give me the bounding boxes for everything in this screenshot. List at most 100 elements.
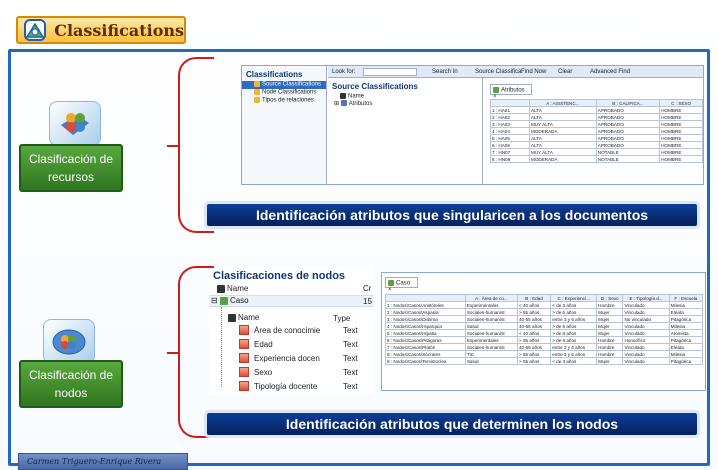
table-cell[interactable]: TIC [464, 350, 518, 358]
collapse-icon[interactable]: ⊟ [211, 296, 220, 305]
table-cell[interactable]: HOMBRE [659, 148, 703, 156]
table-cell[interactable]: Salud [464, 322, 518, 330]
table-cell[interactable]: Pitagórica [668, 336, 704, 344]
table-cell[interactable]: Vinculado [622, 301, 670, 309]
table-cell[interactable]: > de 6 años [550, 336, 598, 344]
table-cell[interactable]: 2 : HA02 [490, 113, 530, 121]
table-cell[interactable]: 40-55 años [516, 315, 552, 323]
table-cell[interactable]: entre 3 y 6 años [550, 315, 598, 323]
table-row[interactable]: 5 : Nodos\Casos\Hipatia Sociales-humaníst… [385, 329, 704, 337]
table-cell[interactable]: Sociales-humaníst [464, 315, 518, 323]
table-cell[interactable]: 2 : Nodos\Casos\Aspasia [385, 308, 466, 316]
table-cell[interactable]: ALTA [529, 134, 597, 142]
table-cell[interactable]: Atomista [668, 329, 704, 337]
table-cell[interactable]: MODERADA [529, 127, 597, 135]
attribute-row[interactable]: Edad Text [239, 337, 374, 351]
table-row[interactable]: 6 : Nodos\Casos\Pitágoras Experimentales >… [385, 336, 704, 344]
table-row[interactable]: 8 : HN08 MODERADA NOTABLE HOMBRE [490, 155, 703, 163]
table-cell[interactable]: 7 : Nodos\Casos\Platón [385, 343, 466, 351]
table-cell[interactable]: 8 : HN08 [490, 155, 530, 163]
attribute-row[interactable]: EscuelaText [239, 393, 374, 394]
source-tree-item-atributos[interactable]: ⊞ Atributos [328, 100, 482, 107]
table-cell[interactable]: > 55 años [516, 336, 552, 344]
table-cell[interactable]: Mujer [596, 308, 624, 316]
table-cell[interactable]: HOMBRE [659, 106, 703, 114]
table-cell[interactable]: HOMBRE [659, 155, 703, 163]
table-cell[interactable]: NOTABLE [595, 148, 661, 156]
table-cell[interactable]: Sociales-humaníst [464, 308, 518, 316]
table-cell[interactable]: Eléata [668, 308, 704, 316]
table-cell[interactable]: Mujer [596, 322, 624, 330]
sidebar-item-source-classifications[interactable]: Source Classifications [242, 81, 326, 89]
table-cell[interactable]: Experimentales [464, 301, 518, 309]
table-cell[interactable]: 4 : HA04 [490, 127, 530, 135]
sidebar-item-relation-types[interactable]: Tipos de relaciones [242, 97, 326, 105]
table-row[interactable]: 4 : HA04 MODERADA APROBADO HOMBRE [490, 127, 703, 135]
table-cell[interactable]: Mujer [596, 357, 624, 365]
table-cell[interactable]: APROBADO [595, 127, 661, 135]
table-cell[interactable]: Hombre [596, 336, 624, 344]
table-row[interactable]: 8 : Nodos\Casos\Sócrates TIC > 55 años entr… [385, 350, 704, 358]
table-cell[interactable]: Vinculado [622, 308, 670, 316]
table-cell[interactable]: APROBADO [595, 106, 661, 114]
table-row[interactable]: 7 : HN07 MUY ALTA NOTABLE HOMBRE [490, 148, 703, 156]
clear-button[interactable]: Clear [558, 69, 572, 75]
table-cell[interactable]: MUY ALTA [529, 148, 597, 156]
table-cell[interactable]: HOMBRE [659, 127, 703, 135]
table-cell[interactable]: 6 : Nodos\Casos\Pitágoras [385, 336, 466, 344]
table-cell[interactable]: No vinculado [622, 315, 670, 323]
table-cell[interactable]: Mujer [596, 329, 624, 337]
table-cell[interactable]: 3 : Nodos\Casos\Diótima [385, 315, 466, 323]
sidebar-item-node-classifications[interactable]: Node Classifications [242, 89, 326, 97]
advanced-find-button[interactable]: Advanced Find [590, 69, 630, 75]
table-row[interactable]: 2 : Nodos\Casos\Aspasia Sociales-humaníst… [385, 308, 704, 316]
table-cell[interactable]: < de 3 años [550, 357, 598, 365]
table-cell[interactable]: Milesia [668, 322, 704, 330]
table-cell[interactable]: Vinculado [622, 350, 670, 358]
table-cell[interactable]: HOMBRE [659, 120, 703, 128]
table-cell[interactable]: > 55 años [516, 308, 552, 316]
table-cell[interactable]: Salud [464, 357, 518, 365]
table-row[interactable]: 1 : HA01 ALTA APROBADO HOMBRE [490, 106, 703, 114]
attribute-row[interactable]: Área de conocimie Text [239, 323, 374, 337]
table-cell[interactable]: 7 : HN07 [490, 148, 530, 156]
table-cell[interactable]: ALTA [529, 141, 597, 149]
table-cell[interactable]: Eléata [668, 343, 704, 351]
table-row[interactable]: 3 : Nodos\Casos\Diótima Sociales-humaníst… [385, 315, 704, 323]
table-cell[interactable]: 8 : Nodos\Casos\Sócrates [385, 350, 466, 358]
expand-icon[interactable]: ⊞ [334, 101, 341, 107]
table-cell[interactable]: APROBADO [595, 113, 661, 121]
table-cell[interactable]: APROBADO [595, 141, 661, 149]
table-cell[interactable]: Sociales-humaníst [464, 329, 518, 337]
find-now-button[interactable]: Find Now [521, 69, 546, 75]
table-cell[interactable]: > de 6 años [550, 322, 598, 330]
attribute-row[interactable]: Tipología docente Text [239, 379, 374, 393]
case-row[interactable]: ⊟ Caso 15 [209, 295, 374, 307]
table-cell[interactable]: HOMBRE [659, 134, 703, 142]
table-cell[interactable]: 1 : HA01 [490, 106, 530, 114]
search-in-button[interactable]: Search In [432, 69, 458, 75]
table-cell[interactable]: Mujer [596, 315, 624, 323]
table-row[interactable]: 3 : HA03 MUY ALTA APROBADO HOMBRE [490, 120, 703, 128]
table-cell[interactable]: 1 : Nodos\Casos\Aristóteles [385, 301, 466, 309]
table-cell[interactable]: > de 6 años [550, 308, 598, 316]
table-row[interactable]: 6 : HA06 ALTA APROBADO HOMBRE [490, 141, 703, 149]
table-cell[interactable]: Sociales-humaníst [464, 343, 518, 351]
table-cell[interactable]: HOMBRE [659, 141, 703, 149]
table-cell[interactable]: Pitagórica [668, 315, 704, 323]
attribute-row[interactable]: Sexo Text [239, 365, 374, 379]
source-classifica-select[interactable]: Source Classifica [475, 69, 521, 75]
table-cell[interactable]: Hombre [596, 343, 624, 351]
table-cell[interactable]: 3 : HA03 [490, 120, 530, 128]
table-cell[interactable]: Vinculado [622, 357, 670, 365]
table-cell[interactable]: < 40 años [516, 329, 552, 337]
table-cell[interactable]: entre 3 y 6 años [550, 350, 598, 358]
attribute-row[interactable]: Experiencia docen Text [239, 351, 374, 365]
table-cell[interactable]: > 55 años [516, 350, 552, 358]
table-cell[interactable]: > de 6 años [550, 329, 598, 337]
table-cell[interactable]: Honorífico [622, 336, 670, 344]
table-cell[interactable]: 4 : Nodos\Casos\Hiparquia [385, 322, 466, 330]
table-cell[interactable]: Vinculado [622, 322, 670, 330]
table-cell[interactable]: > 55 años [516, 357, 552, 365]
table-cell[interactable]: 9 : Nodos\Casos\Temistoclea [385, 357, 466, 365]
